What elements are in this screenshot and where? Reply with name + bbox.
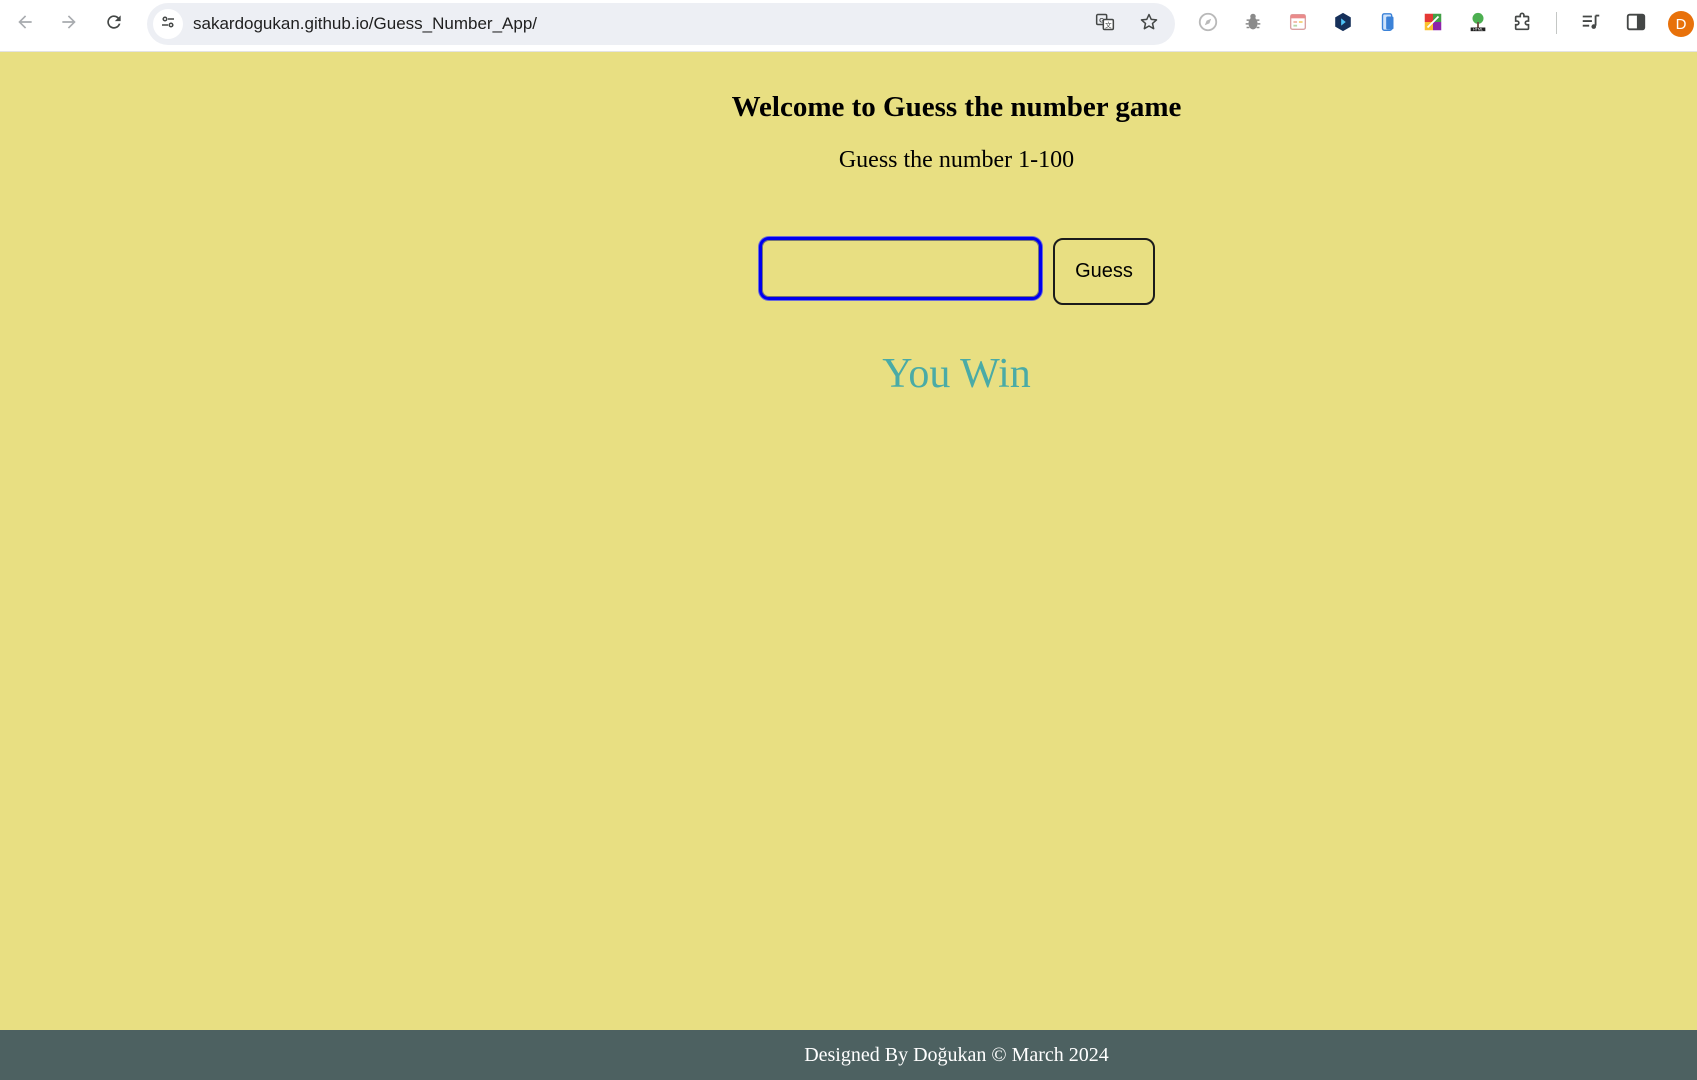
svg-text:HTML: HTML	[1473, 27, 1483, 31]
extensions-menu-button[interactable]	[1510, 11, 1536, 37]
tune-icon	[159, 13, 177, 36]
bug-icon	[1242, 11, 1264, 38]
profile-avatar[interactable]: D	[1668, 11, 1694, 37]
phone-icon	[1377, 11, 1399, 38]
hexagon-icon	[1332, 11, 1354, 38]
extension-compass[interactable]	[1195, 11, 1221, 37]
back-arrow-icon	[15, 12, 35, 37]
site-info-button[interactable]	[153, 9, 183, 39]
side-panel-icon	[1625, 11, 1647, 38]
tree-icon: HTML	[1467, 11, 1489, 38]
compass-icon	[1197, 11, 1219, 38]
color-palette-icon	[1422, 11, 1444, 38]
guess-input[interactable]	[759, 237, 1042, 300]
star-icon	[1139, 12, 1159, 37]
browser-toolbar: sakardogukan.github.io/Guess_Number_App/…	[0, 0, 1697, 52]
page-body: Welcome to Guess the number game Guess t…	[0, 52, 1697, 1030]
extension-calendar[interactable]	[1285, 11, 1311, 37]
back-button[interactable]	[10, 9, 40, 39]
side-panel-button[interactable]	[1623, 11, 1649, 37]
guess-button[interactable]: Guess	[1053, 238, 1155, 305]
page-title: Welcome to Guess the number game	[731, 91, 1182, 123]
footer-text: Designed By Doğukan © March 2024	[804, 1044, 1109, 1066]
translate-button[interactable]: G 文	[1092, 11, 1118, 37]
extension-hexagon[interactable]	[1330, 11, 1356, 37]
translate-icon: G 文	[1095, 12, 1115, 37]
puzzle-icon	[1512, 11, 1534, 38]
toolbar-divider	[1556, 12, 1557, 34]
address-bar[interactable]: sakardogukan.github.io/Guess_Number_App/…	[147, 3, 1175, 45]
forward-arrow-icon	[59, 12, 79, 37]
reading-list-button[interactable]	[1578, 11, 1604, 37]
forward-button[interactable]	[54, 9, 84, 39]
extension-color-picker[interactable]	[1420, 11, 1446, 37]
footer: Designed By Doğukan © March 2024	[0, 1030, 1697, 1080]
extension-html-tree[interactable]: HTML	[1465, 11, 1491, 37]
calendar-icon	[1287, 11, 1309, 38]
page-subtitle: Guess the number 1-100	[838, 147, 1075, 173]
extension-phone[interactable]	[1375, 11, 1401, 37]
bookmark-button[interactable]	[1136, 11, 1162, 37]
result-message: You Win	[882, 351, 1031, 397]
url-text[interactable]: sakardogukan.github.io/Guess_Number_App/	[193, 14, 537, 34]
reading-list-icon	[1580, 11, 1602, 38]
extension-bug[interactable]	[1240, 11, 1266, 37]
reload-icon	[104, 12, 124, 37]
reload-button[interactable]	[99, 9, 129, 39]
svg-text:文: 文	[1105, 20, 1112, 29]
